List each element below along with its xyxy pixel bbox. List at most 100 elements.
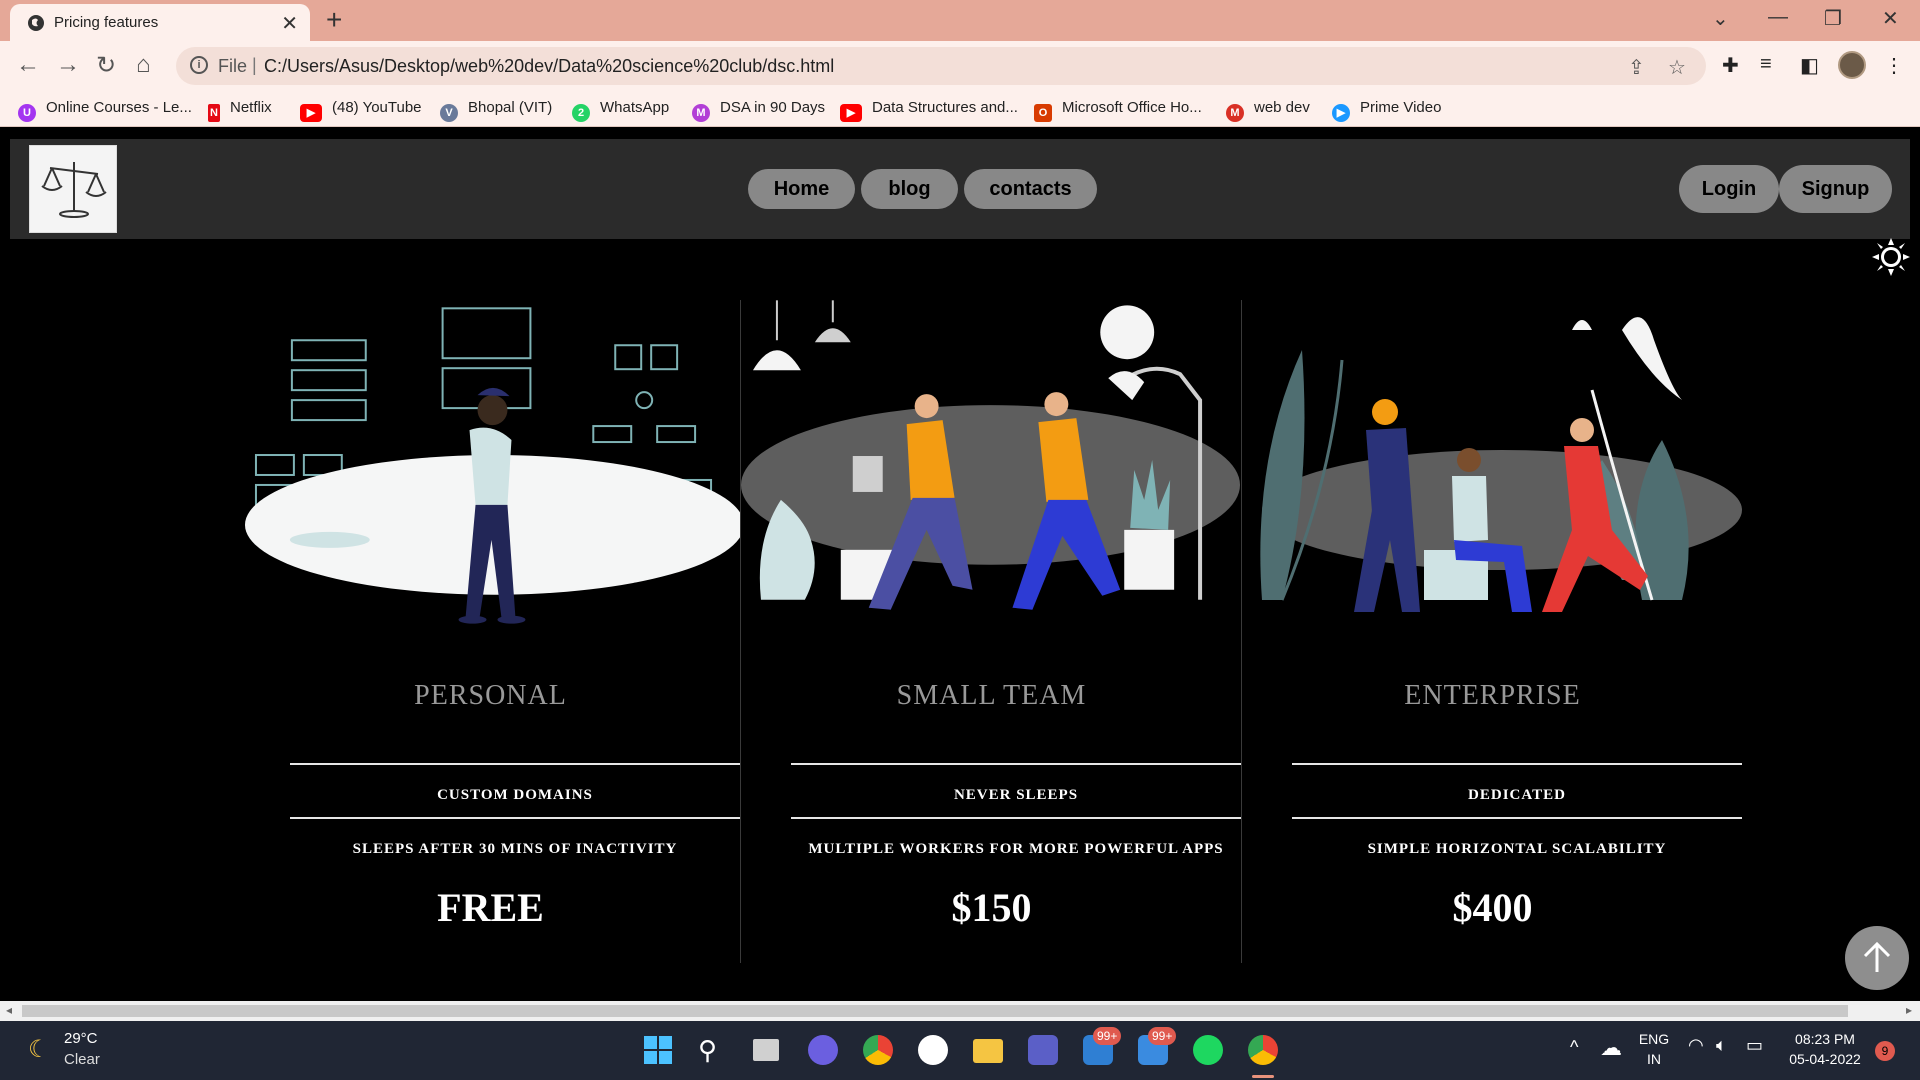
personal-plan-illustration [245, 307, 740, 624]
share-icon[interactable]: ⇪ [1628, 55, 1645, 80]
chrome-profile-icon[interactable] [1248, 1035, 1278, 1065]
input-region[interactable]: IN [1636, 1051, 1672, 1067]
teams-icon[interactable] [1028, 1035, 1058, 1065]
side-panel-icon[interactable]: ◧ [1800, 53, 1819, 78]
divider [1292, 817, 1742, 819]
search-icon[interactable]: ⚲ [698, 1035, 728, 1065]
bookmark-item[interactable]: 2 WhatsApp [572, 99, 669, 122]
new-tab-icon[interactable]: + [326, 4, 342, 36]
youtube-icon: ▶ [300, 104, 322, 122]
arrow-up-icon [1863, 941, 1891, 972]
notification-badge: 99+ [1148, 1027, 1177, 1045]
forward-icon[interactable]: → [56, 51, 80, 79]
site-logo[interactable] [29, 145, 117, 233]
close-window-icon[interactable]: ✕ [1882, 6, 1899, 31]
divider [791, 763, 1241, 765]
scroll-to-top-button[interactable] [1845, 926, 1909, 990]
wifi-icon[interactable]: ◠ [1688, 1035, 1704, 1056]
bookmarks-bar: U Online Courses - Le... N Netflix ▶ (48) Y… [0, 91, 1920, 127]
bookmark-item[interactable]: ▶ Data Structures and... [840, 99, 1018, 122]
plan-feature: DEDICATED [1468, 787, 1566, 803]
divider [290, 817, 740, 819]
small-team-plan-illustration [741, 300, 1241, 610]
page-viewport: Home blog contacts Login Signup PERSONAL… [0, 128, 1920, 1001]
scroll-right-icon[interactable]: ▸ [1906, 1003, 1912, 1017]
clock-date[interactable]: 05-04-2022 [1780, 1051, 1870, 1067]
bookmark-item[interactable]: O Microsoft Office Ho... [1034, 99, 1202, 122]
battery-icon[interactable]: ▭ [1746, 1035, 1763, 1056]
weather-condition[interactable]: Clear [64, 1051, 100, 1068]
spotify-icon[interactable] [1193, 1035, 1223, 1065]
youtube-icon: ▶ [840, 104, 862, 122]
bookmark-item[interactable]: M DSA in 90 Days [692, 99, 825, 122]
signup-button[interactable]: Signup [1779, 165, 1892, 213]
plan-feature: NEVER SLEEPS [953, 787, 1079, 803]
plan-feature: CUSTOM DOMAINS [437, 787, 593, 803]
udemy-icon: U [18, 104, 36, 122]
clock-time[interactable]: 08:23 PM [1780, 1031, 1870, 1047]
file-scheme-label: File [218, 56, 248, 76]
bookmark-item[interactable]: ▶ (48) YouTube [300, 99, 422, 122]
bookmark-item[interactable]: U Online Courses - Le... [18, 99, 192, 122]
teams-chat-icon[interactable] [808, 1035, 838, 1065]
plan-name: SMALL TEAM [896, 680, 1087, 711]
horizontal-scrollbar[interactable]: ◂ ▸ [0, 1001, 1920, 1021]
scrollbar-thumb[interactable] [22, 1005, 1848, 1017]
more-menu-icon[interactable]: ⋮ [1884, 53, 1904, 78]
whatsapp-icon: 2 [572, 104, 590, 122]
close-tab-icon[interactable]: ✕ [281, 11, 298, 36]
active-app-indicator [1252, 1075, 1274, 1078]
plan-name: PERSONAL [414, 680, 567, 711]
address-toolbar: ← → ↻ ⌂ i File | C:/Users/Asus/Desktop/w… [0, 41, 1920, 91]
windows-start-icon[interactable] [643, 1035, 673, 1065]
plan-card-personal: PERSONAL CUSTOM DOMAINS SLEEPS AFTER 30 … [240, 300, 741, 963]
tab-search-chevron-icon[interactable]: ⌄ [1712, 6, 1729, 31]
file-explorer-icon[interactable] [973, 1039, 1003, 1063]
tab-pricing-features[interactable]: Pricing features ✕ [10, 4, 310, 41]
globe-icon [28, 15, 44, 31]
task-view-icon[interactable] [753, 1039, 779, 1061]
site-navbar: Home blog contacts Login Signup [10, 139, 1910, 239]
bookmark-star-icon[interactable]: ☆ [1668, 55, 1686, 80]
plan-price: $150 [951, 885, 1032, 930]
bookmark-item[interactable]: Mweb dev [1226, 99, 1310, 122]
reload-icon[interactable]: ↻ [96, 51, 116, 80]
volume-icon[interactable]: 🔈︎ [1716, 1035, 1727, 1056]
restore-icon[interactable]: ❐ [1824, 6, 1842, 31]
url-text[interactable]: C:/Users/Asus/Desktop/web%20dev/Data%20s… [264, 56, 834, 77]
extensions-icon[interactable]: ✚ [1722, 53, 1739, 78]
divider [290, 763, 740, 765]
app-icon[interactable] [918, 1035, 948, 1065]
plan-name: ENTERPRISE [1404, 680, 1581, 711]
scales-of-justice-icon [41, 162, 107, 218]
tray-chevron-icon[interactable]: ^ [1570, 1037, 1578, 1058]
nav-contacts-link[interactable]: contacts [964, 169, 1097, 209]
nav-home-link[interactable]: Home [748, 169, 855, 209]
notification-badge: 99+ [1093, 1027, 1122, 1045]
minimize-icon[interactable]: — [1768, 6, 1788, 29]
back-icon[interactable]: ← [16, 51, 40, 79]
info-icon[interactable]: i [190, 56, 208, 74]
taskbar: ☾ 29°C Clear ⚲ 99+ 99+ ^ ☁ ENG IN ◠ 🔈︎ ▭… [0, 1021, 1920, 1080]
plan-card-small-team: SMALL TEAM NEVER SLEEPS MULTIPLE WORKERS… [741, 300, 1242, 963]
nav-blog-link[interactable]: blog [861, 169, 958, 209]
notification-count-badge[interactable]: 9 [1875, 1041, 1895, 1061]
bookmark-item[interactable]: ▶ Prime Video [1332, 99, 1441, 122]
login-button[interactable]: Login [1679, 165, 1779, 213]
address-bar[interactable]: i File | C:/Users/Asus/Desktop/web%20dev… [176, 47, 1706, 85]
media-queue-icon[interactable]: ≡ [1760, 53, 1772, 76]
plan-feature: SIMPLE HORIZONTAL SCALABILITY [1367, 841, 1667, 857]
profile-avatar[interactable] [1838, 51, 1866, 79]
moon-weather-icon: ☾ [28, 1036, 50, 1063]
home-icon[interactable]: ⌂ [136, 51, 151, 79]
weather-temperature[interactable]: 29°C [64, 1030, 98, 1047]
scroll-left-icon[interactable]: ◂ [6, 1003, 12, 1017]
input-language[interactable]: ENG [1636, 1031, 1672, 1047]
bookmark-item[interactable]: N Netflix [208, 99, 272, 122]
bookmark-item[interactable]: V Bhopal (VIT) [440, 99, 552, 122]
divider [1292, 763, 1742, 765]
prime-video-icon: ▶ [1332, 104, 1350, 122]
onedrive-icon[interactable]: ☁ [1600, 1035, 1622, 1061]
chrome-icon[interactable] [863, 1035, 893, 1065]
theme-toggle-sun-icon[interactable] [1871, 237, 1911, 277]
